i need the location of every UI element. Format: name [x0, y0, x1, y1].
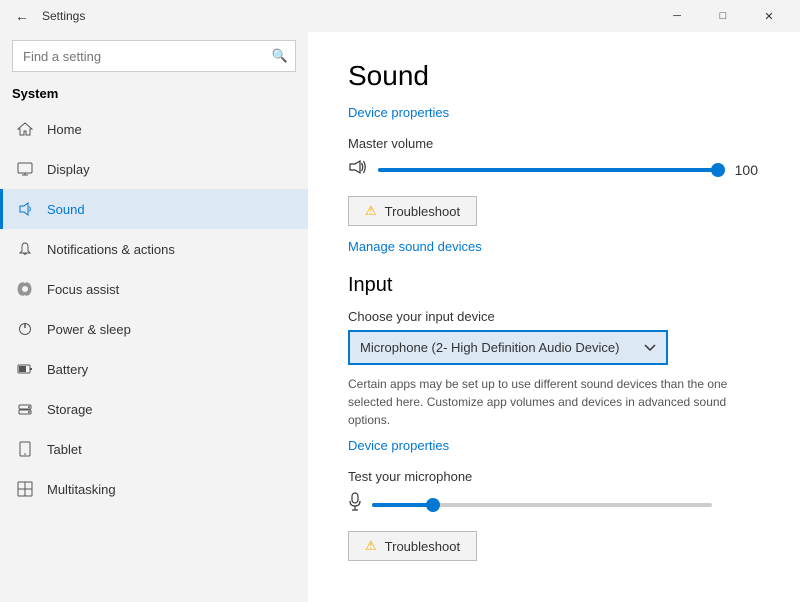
troubleshoot-button-2[interactable]: ⚠ Troubleshoot: [348, 531, 477, 561]
close-button[interactable]: ✕: [746, 0, 792, 32]
app-container: 🔍 System Home Display: [0, 32, 800, 602]
main-content: Sound Device properties Master volume 10…: [308, 32, 800, 602]
sidebar-item-home[interactable]: Home: [0, 109, 308, 149]
page-title: Sound: [348, 60, 760, 92]
sidebar-item-label-tablet: Tablet: [47, 442, 82, 457]
sidebar-item-power[interactable]: Power & sleep: [0, 309, 308, 349]
sidebar-item-display[interactable]: Display: [0, 149, 308, 189]
search-container: 🔍: [12, 40, 296, 72]
maximize-button[interactable]: □: [700, 0, 746, 32]
test-mic-label: Test your microphone: [348, 469, 760, 484]
multitasking-icon: [15, 479, 35, 499]
sidebar-item-label-sound: Sound: [47, 202, 85, 217]
sidebar-item-label-battery: Battery: [47, 362, 88, 377]
sidebar-item-label-display: Display: [47, 162, 90, 177]
sidebar-item-focus[interactable]: Focus assist: [0, 269, 308, 309]
troubleshoot-button[interactable]: ⚠ Troubleshoot: [348, 196, 477, 226]
notifications-icon: [15, 239, 35, 259]
device-properties-link-2[interactable]: Device properties: [348, 438, 449, 453]
device-properties-link[interactable]: Device properties: [348, 105, 449, 120]
sidebar-item-label-storage: Storage: [47, 402, 93, 417]
sidebar-item-label-focus: Focus assist: [47, 282, 119, 297]
master-volume-label: Master volume: [348, 136, 760, 151]
volume-value: 100: [728, 162, 758, 178]
mic-row: [348, 492, 760, 517]
volume-slider-thumb: [711, 163, 725, 177]
sidebar-item-tablet[interactable]: Tablet: [0, 429, 308, 469]
sidebar-item-notifications[interactable]: Notifications & actions: [0, 229, 308, 269]
power-icon: [15, 319, 35, 339]
volume-slider-track[interactable]: [378, 168, 718, 172]
battery-icon: [15, 359, 35, 379]
input-section-title: Input: [348, 274, 760, 297]
warning-icon-2: ⚠: [365, 538, 377, 554]
mic-slider-fill: [372, 503, 433, 507]
titlebar: ← Settings ─ □ ✕: [0, 0, 800, 32]
sidebar-item-multitasking[interactable]: Multitasking: [0, 469, 308, 509]
titlebar-title: Settings: [42, 9, 654, 23]
sidebar-item-storage[interactable]: Storage: [0, 389, 308, 429]
input-hint-text: Certain apps may be set up to use differ…: [348, 375, 760, 429]
mic-slider-track[interactable]: [372, 503, 712, 507]
home-icon: [15, 119, 35, 139]
warning-icon: ⚠: [365, 203, 377, 219]
sidebar-item-label-home: Home: [47, 122, 82, 137]
storage-icon: [15, 399, 35, 419]
sound-icon: [15, 199, 35, 219]
window-controls: ─ □ ✕: [654, 0, 792, 32]
volume-slider-fill: [378, 168, 718, 172]
troubleshoot-label: Troubleshoot: [385, 204, 460, 219]
sidebar-item-sound[interactable]: Sound: [0, 189, 308, 229]
manage-sound-devices-link[interactable]: Manage sound devices: [348, 239, 482, 254]
mic-icon: [348, 492, 362, 517]
sidebar-item-label-power: Power & sleep: [47, 322, 131, 337]
tablet-icon: [15, 439, 35, 459]
sidebar-item-label-multitasking: Multitasking: [47, 482, 116, 497]
search-icon: 🔍: [272, 48, 288, 64]
sidebar-item-battery[interactable]: Battery: [0, 349, 308, 389]
input-device-label: Choose your input device: [348, 309, 760, 324]
search-input[interactable]: [12, 40, 296, 72]
input-device-select[interactable]: Microphone (2- High Definition Audio Dev…: [348, 330, 668, 365]
sidebar-item-label-notifications: Notifications & actions: [47, 242, 175, 257]
sidebar: 🔍 System Home Display: [0, 32, 308, 602]
mic-slider-thumb: [426, 498, 440, 512]
volume-icon: [348, 159, 368, 180]
troubleshoot-label-2: Troubleshoot: [385, 539, 460, 554]
sidebar-section-title: System: [0, 82, 308, 109]
focus-icon: [15, 279, 35, 299]
minimize-button[interactable]: ─: [654, 0, 700, 32]
volume-row: 100: [348, 159, 760, 180]
display-icon: [15, 159, 35, 179]
back-button[interactable]: ←: [8, 2, 36, 30]
